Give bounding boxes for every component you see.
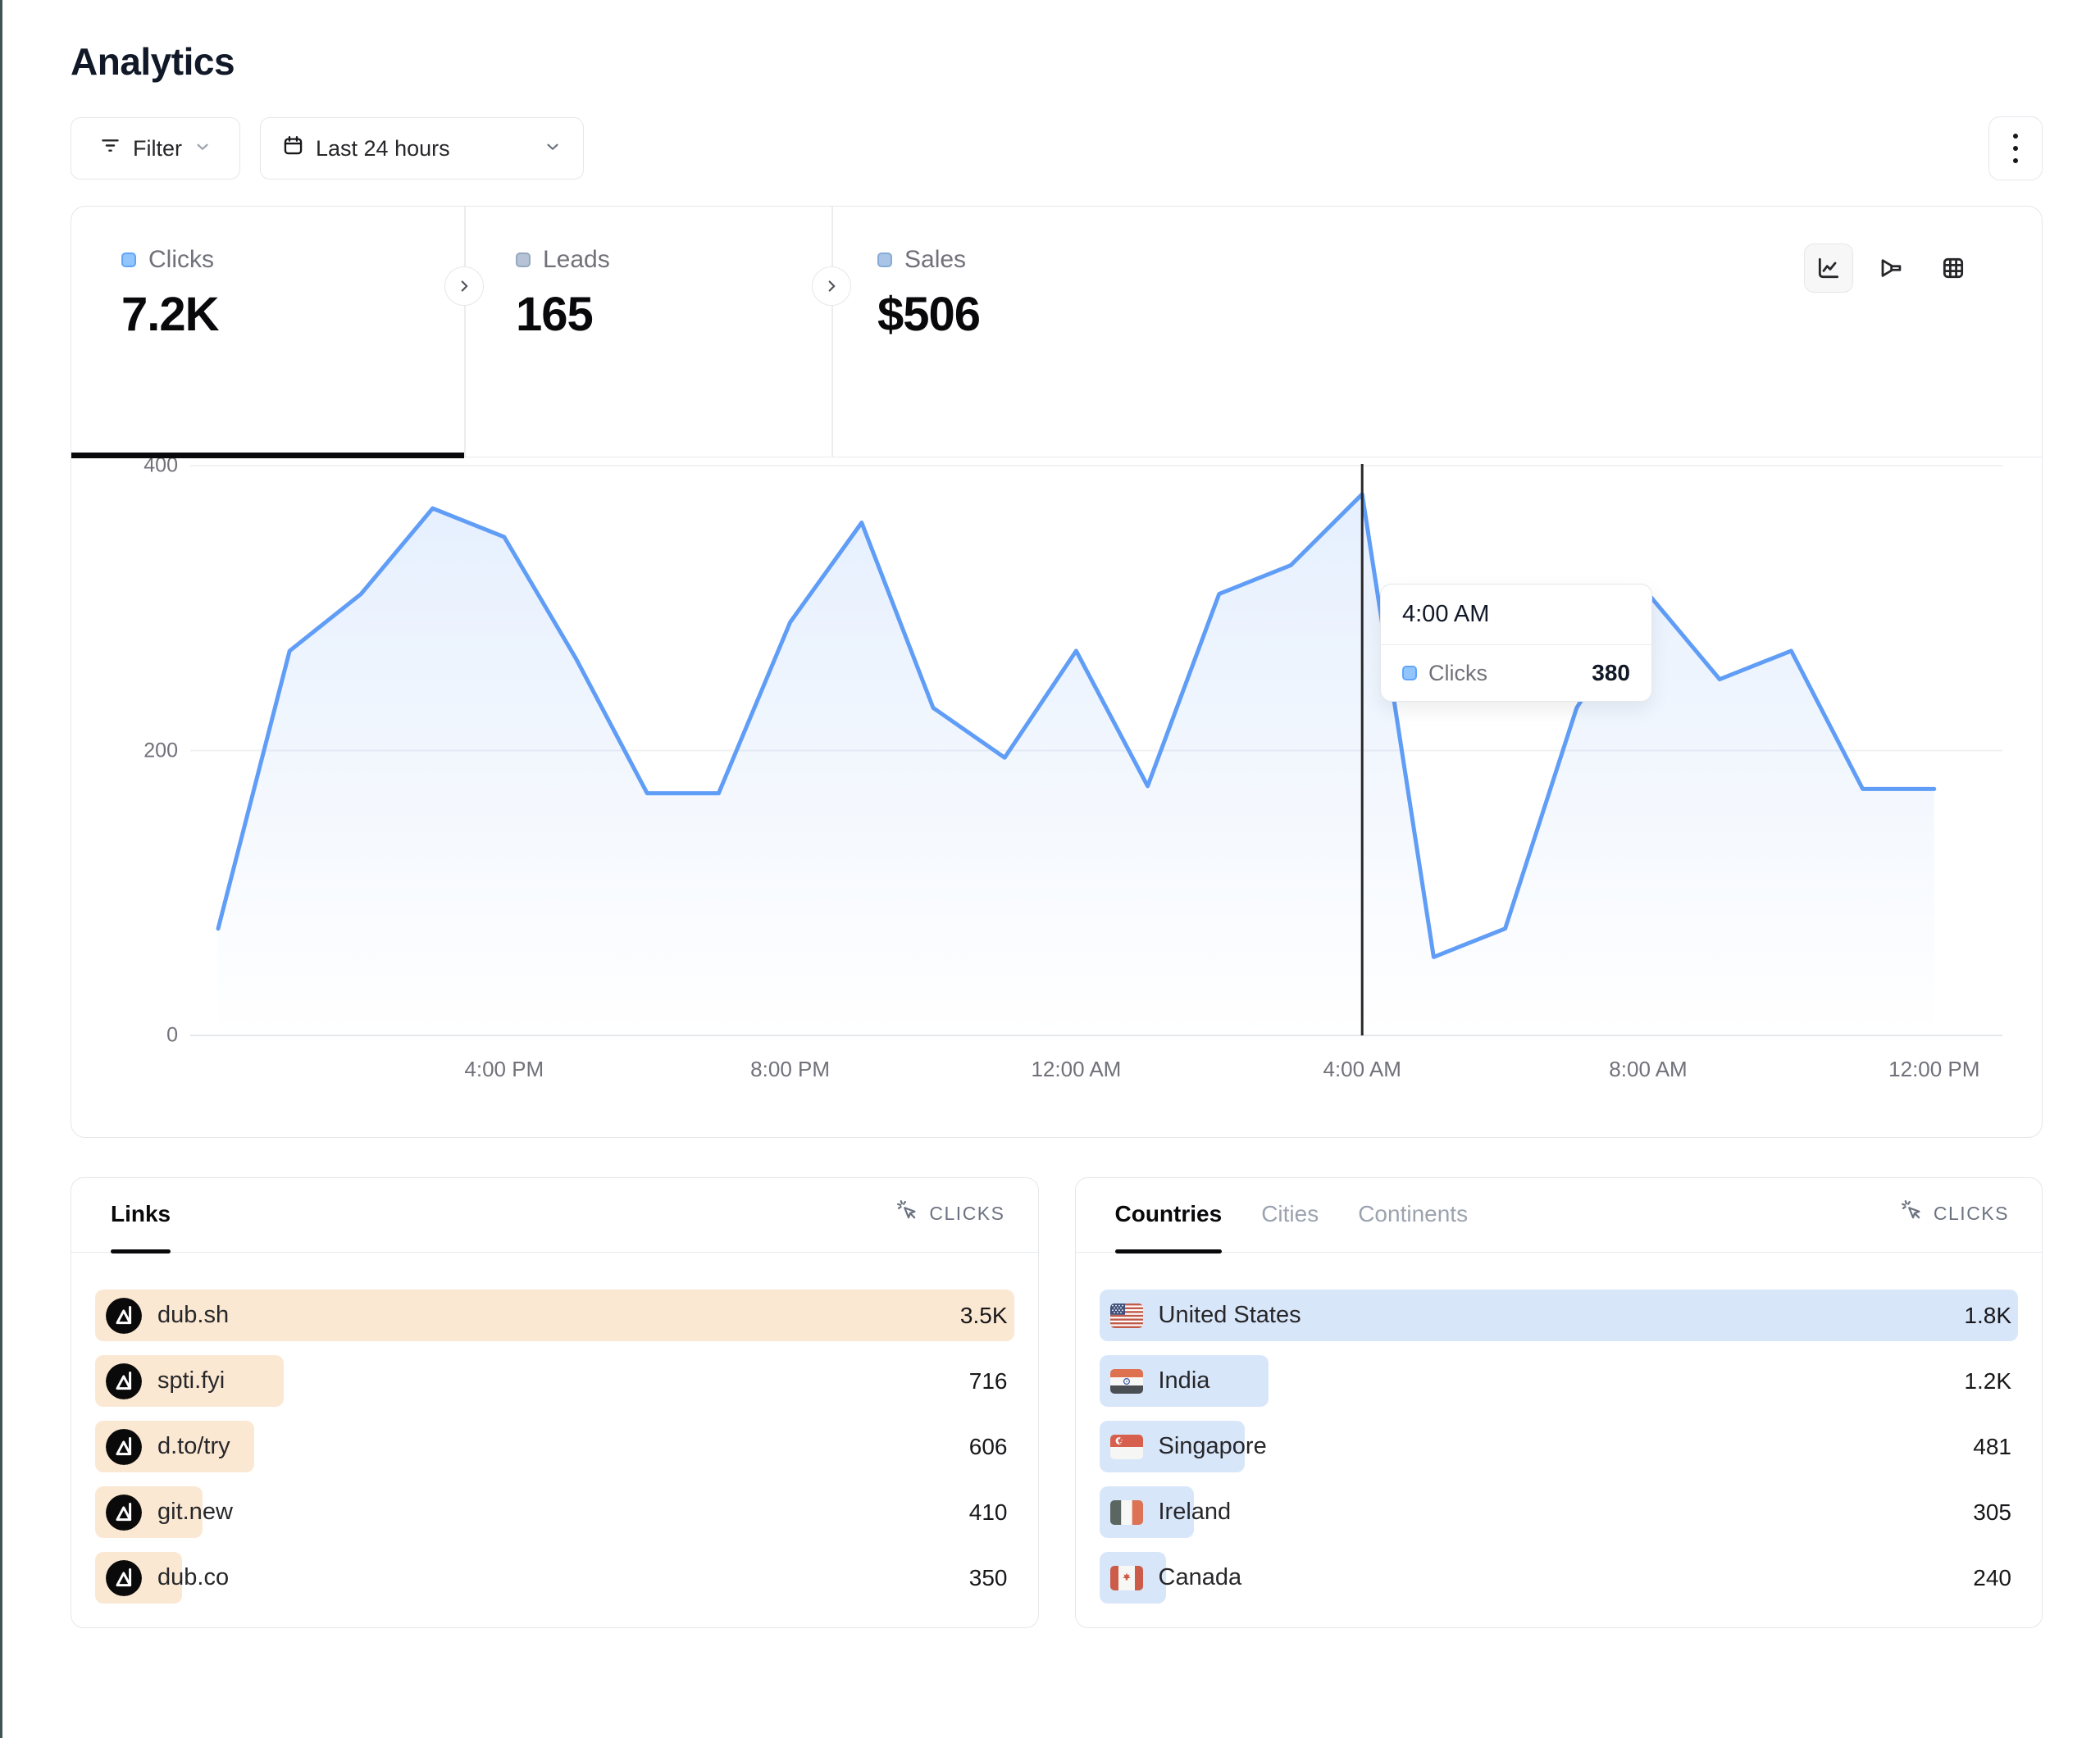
- countries-panel-header: Countries Cities Continents CLICKS: [1076, 1178, 2043, 1253]
- chevron-down-icon: [544, 136, 562, 162]
- leads-legend-square: [516, 253, 531, 267]
- dub-favicon: [106, 1363, 142, 1399]
- date-range-label: Last 24 hours: [316, 136, 450, 162]
- row-label: Singapore: [1159, 1433, 1267, 1460]
- india-flag-icon: [1110, 1369, 1143, 1394]
- clicks-legend-square: [121, 253, 136, 267]
- chart-view-toggles: [1804, 243, 1978, 293]
- chart-tooltip: 4:00 AM Clicks 380: [1380, 584, 1652, 702]
- us-flag-icon: [1110, 1304, 1143, 1328]
- dub-favicon: [106, 1298, 142, 1334]
- row-label: dub.sh: [157, 1302, 229, 1329]
- row-value: 481: [1973, 1434, 2018, 1460]
- calendar-icon: [282, 134, 304, 162]
- countries-metric-label: CLICKS: [1934, 1203, 2009, 1225]
- sales-tab-label: Sales: [904, 246, 966, 274]
- clicks-chart-area[interactable]: 0200400 4:00 PM8:00 PM12:00 AM4:00 AM8:0…: [71, 457, 2042, 1136]
- chevron-down-icon: [194, 136, 212, 162]
- row-label: dub.co: [157, 1564, 229, 1591]
- clicks-value: 7.2K: [121, 287, 464, 342]
- active-tab-underline: [71, 453, 464, 458]
- more-options-button[interactable]: [1988, 116, 2043, 180]
- cursor-click-icon: [1901, 1199, 1924, 1227]
- clicks-tab-label: Clicks: [148, 246, 214, 274]
- tab-leads[interactable]: Leads 165: [464, 207, 831, 457]
- sales-value: $506: [877, 287, 2042, 342]
- tab-links[interactable]: Links: [111, 1201, 171, 1252]
- countries-panel: Countries Cities Continents CLICKS Unite…: [1075, 1177, 2043, 1628]
- list-item[interactable]: spti.fyi 716: [95, 1355, 1014, 1407]
- clicks-area-chart[interactable]: [190, 462, 2002, 1085]
- links-metric-selector[interactable]: CLICKS: [896, 1199, 1004, 1252]
- row-value: 606: [969, 1434, 1014, 1460]
- row-value: 1.8K: [1964, 1303, 2018, 1329]
- row-bar: [95, 1290, 1014, 1341]
- leads-tab-label: Leads: [543, 246, 610, 274]
- links-list: dub.sh 3.5K spti.fyi 716 d.to/try 606 gi…: [71, 1253, 1038, 1604]
- dub-favicon: [106, 1495, 142, 1531]
- tab-countries[interactable]: Countries: [1115, 1201, 1223, 1252]
- row-value: 716: [969, 1368, 1014, 1394]
- page-title: Analytics: [71, 39, 2043, 84]
- tooltip-time: 4:00 AM: [1381, 585, 1651, 645]
- sales-legend-square: [877, 253, 892, 267]
- row-value: 410: [969, 1499, 1014, 1526]
- list-item[interactable]: d.to/try 606: [95, 1421, 1014, 1472]
- list-item[interactable]: dub.sh 3.5K: [95, 1290, 1014, 1341]
- links-metric-label: CLICKS: [929, 1203, 1004, 1225]
- tooltip-series-label: Clicks: [1428, 661, 1487, 686]
- leads-value: 165: [516, 287, 831, 342]
- row-label: India: [1159, 1367, 1210, 1394]
- row-label: Canada: [1159, 1564, 1242, 1591]
- row-value: 240: [1973, 1565, 2018, 1591]
- list-item[interactable]: Ireland 305: [1100, 1486, 2019, 1538]
- expand-leads-sales-button[interactable]: [812, 266, 851, 306]
- row-value: 305: [1973, 1499, 2018, 1526]
- row-value: 1.2K: [1964, 1368, 2018, 1394]
- dub-favicon: [106, 1560, 142, 1596]
- row-label: United States: [1159, 1302, 1301, 1329]
- window-edge-strip: [0, 0, 2, 1738]
- row-label: Ireland: [1159, 1499, 1232, 1526]
- list-item[interactable]: India 1.2K: [1100, 1355, 2019, 1407]
- list-item[interactable]: dub.co 350: [95, 1552, 1014, 1604]
- canada-flag-icon: [1110, 1566, 1143, 1590]
- funnel-view-button[interactable]: [1866, 243, 1916, 293]
- singapore-flag-icon: [1110, 1435, 1143, 1459]
- row-label: git.new: [157, 1499, 233, 1526]
- links-panel-header: Links CLICKS: [71, 1178, 1038, 1253]
- filter-button[interactable]: Filter: [71, 117, 240, 180]
- list-item[interactable]: git.new 410: [95, 1486, 1014, 1538]
- links-panel: Links CLICKS dub.sh 3.5K spti.fyi 716: [71, 1177, 1039, 1628]
- tab-clicks[interactable]: Clicks 7.2K: [71, 207, 464, 457]
- stats-tabs-row: Clicks 7.2K Leads 165 Sales $506: [71, 207, 2042, 457]
- row-label: d.to/try: [157, 1433, 230, 1460]
- expand-clicks-leads-button[interactable]: [444, 266, 484, 306]
- cursor-click-icon: [896, 1199, 919, 1227]
- bottom-panels: Links CLICKS dub.sh 3.5K spti.fyi 716: [71, 1177, 2043, 1628]
- filter-icon: [99, 134, 121, 162]
- line-chart-view-button[interactable]: [1804, 243, 1853, 293]
- tab-cities[interactable]: Cities: [1261, 1201, 1319, 1252]
- row-label: spti.fyi: [157, 1367, 225, 1394]
- toolbar: Filter Last 24 hours: [71, 116, 2043, 180]
- list-item[interactable]: Singapore 481: [1100, 1421, 2019, 1472]
- tooltip-value: 380: [1592, 660, 1630, 686]
- list-item[interactable]: Canada 240: [1100, 1552, 2019, 1604]
- filter-button-label: Filter: [133, 136, 182, 162]
- row-value: 350: [969, 1565, 1014, 1591]
- date-range-button[interactable]: Last 24 hours: [260, 117, 584, 180]
- table-view-button[interactable]: [1929, 243, 1978, 293]
- ireland-flag-icon: [1110, 1500, 1143, 1525]
- tooltip-legend-square: [1402, 666, 1417, 680]
- dub-favicon: [106, 1429, 142, 1465]
- list-item[interactable]: United States 1.8K: [1100, 1290, 2019, 1341]
- analytics-card: Clicks 7.2K Leads 165 Sales $506: [71, 206, 2043, 1138]
- analytics-page: Analytics Filter Last 24 hours: [71, 0, 2043, 1628]
- countries-metric-selector[interactable]: CLICKS: [1901, 1199, 2009, 1252]
- row-value: 3.5K: [960, 1303, 1014, 1329]
- countries-list: United States 1.8K India 1.2K Singapore …: [1076, 1253, 2043, 1604]
- tab-continents[interactable]: Continents: [1358, 1201, 1468, 1252]
